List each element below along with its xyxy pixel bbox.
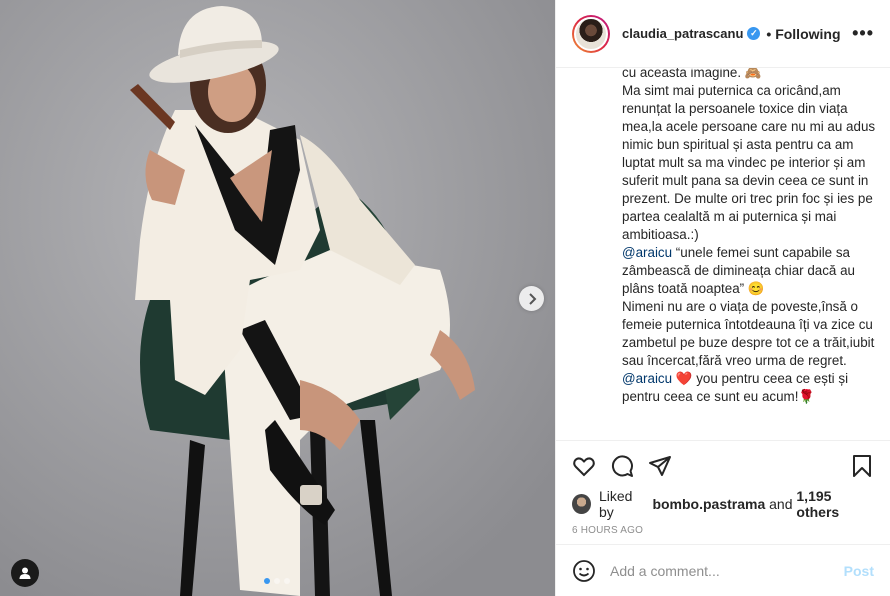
caption-line: cu aceasta imagine. 🙈 (622, 68, 762, 80)
caption-line: Ma simt mai puternica ca oricând,am renu… (622, 83, 876, 242)
user-tag-button[interactable] (11, 559, 39, 587)
likes-prefix: Liked by (599, 488, 633, 520)
bookmark-icon[interactable] (850, 454, 874, 478)
post-photo (0, 0, 555, 596)
comments-area[interactable]: cu aceasta imagine. 🙈 Ma simt mai putern… (556, 68, 890, 440)
carousel-dot (284, 578, 290, 584)
mention-link[interactable]: @araicu (622, 371, 672, 386)
liker-link[interactable]: bombo.pastrama (652, 496, 765, 512)
likes-row: Liked by bombo.pastrama and 1,195 others (556, 488, 890, 520)
verified-badge-icon: ✓ (747, 27, 761, 40)
post-side-panel: claudia_patrascanu ✓ • Following ••• cu … (555, 0, 890, 596)
emoji-icon[interactable] (572, 559, 596, 583)
comment-icon[interactable] (610, 454, 634, 478)
more-options-icon[interactable]: ••• (852, 23, 874, 44)
action-bar (556, 440, 890, 490)
likes-middle: and (769, 496, 793, 512)
mention-link[interactable]: @araicu (622, 245, 672, 260)
carousel-dot (264, 578, 270, 584)
username-row: claudia_patrascanu ✓ (622, 26, 761, 41)
comment-input[interactable]: Add a comment... (610, 563, 844, 579)
chevron-right-icon (528, 292, 536, 305)
comment-form: Add a comment... Post (556, 544, 890, 596)
user-tag-icon (19, 567, 31, 579)
caption-paragraph: Nimeni nu are o viața de poveste,însă o … (622, 299, 875, 368)
post-media[interactable] (0, 0, 555, 596)
username-link[interactable]: claudia_patrascanu (622, 26, 743, 41)
post-timestamp[interactable]: 6 HOURS AGO (556, 518, 890, 542)
post-modal: claudia_patrascanu ✓ • Following ••• cu … (0, 0, 890, 596)
caption-quote: @araicu “unele femei sunt capabile sa zâ… (622, 244, 876, 298)
post-header: claudia_patrascanu ✓ • Following ••• (556, 0, 890, 68)
following-label: Following (775, 25, 841, 42)
caption: cu aceasta imagine. 🙈 Ma simt mai putern… (622, 68, 876, 406)
carousel-dot (274, 578, 280, 584)
follow-status[interactable]: • Following (766, 26, 840, 42)
avatar[interactable] (572, 14, 610, 53)
likes-count-link[interactable]: 1,195 others (796, 488, 874, 520)
share-icon[interactable] (648, 454, 672, 478)
separator: • (766, 25, 772, 42)
liker-avatar[interactable] (572, 494, 591, 514)
post-button[interactable]: Post (844, 563, 874, 579)
heart-icon[interactable] (572, 454, 596, 478)
caption-closing: @araicu ❤️ you pentru ceea ce ești și pe… (622, 370, 876, 406)
next-photo-button[interactable] (519, 286, 544, 311)
carousel-dots (264, 578, 290, 584)
